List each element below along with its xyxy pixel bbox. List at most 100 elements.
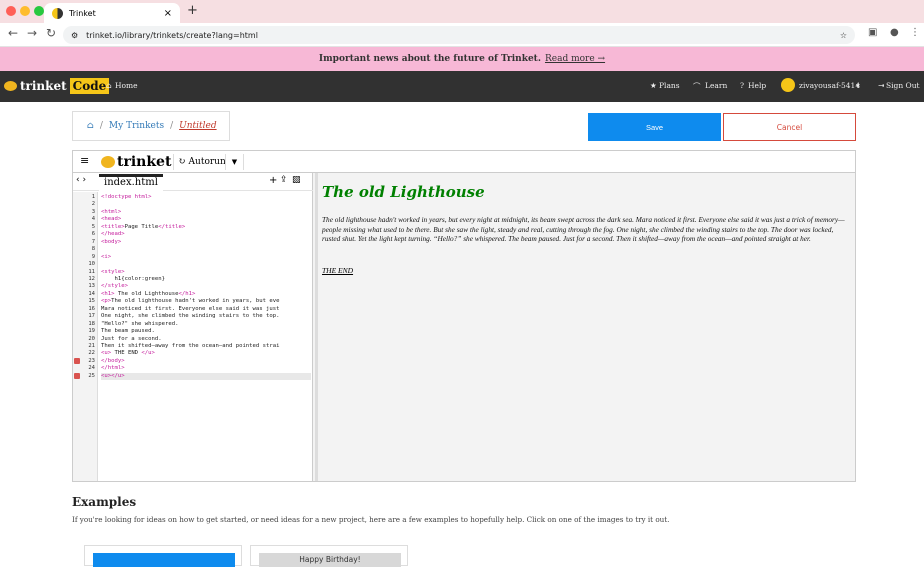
code-badge: Code [69, 78, 110, 94]
chevron-down-icon[interactable]: ▾ [856, 81, 860, 90]
nav-help-link[interactable]: Help [748, 81, 766, 90]
autorun-button[interactable]: ↻ Autorun [173, 154, 226, 170]
graduation-cap-icon[interactable]: ⌒ [693, 81, 701, 92]
line-number: 16 [88, 305, 95, 312]
code-line: <title>Page Title</title> [101, 223, 186, 230]
code-line: </body> [101, 357, 125, 364]
save-button[interactable]: Save [588, 113, 721, 141]
file-tab-label: index.html [104, 177, 158, 188]
nav-signout-link[interactable]: Sign Out [886, 81, 920, 90]
back-icon[interactable]: ← [8, 26, 18, 40]
error-marker-icon[interactable] [74, 373, 80, 380]
code-line: <body> [101, 238, 122, 245]
site-settings-icon[interactable]: ⚙ [71, 31, 78, 40]
run-options-dropdown[interactable]: ▼ [225, 154, 244, 170]
line-number: 20 [88, 335, 95, 342]
maximize-window-dot[interactable] [34, 6, 44, 16]
reload-icon[interactable]: ↻ [46, 26, 56, 40]
close-window-dot[interactable] [6, 6, 16, 16]
code-line: <u></u> [101, 372, 311, 381]
signout-icon[interactable]: ⇥ [878, 81, 884, 90]
line-number: 24 [88, 365, 95, 372]
file-tab-index[interactable]: index.html [99, 174, 163, 191]
preview-paragraph: The old lighthouse hadn't worked in year… [322, 215, 845, 243]
browser-tab[interactable]: Trinket × [44, 3, 180, 23]
image-icon[interactable]: ▧ [292, 175, 301, 185]
preview-pane: The old Lighthouse The old lighthouse ha… [315, 173, 855, 481]
line-number: 7 [91, 238, 95, 245]
browser-menu-icon[interactable]: ⋮ [910, 27, 920, 38]
code-line: <style> [101, 268, 125, 275]
cancel-button[interactable]: Cancel [723, 113, 856, 141]
collapse-arrows-icon[interactable]: ‹ › [76, 175, 86, 185]
code-editor-pane: ‹ › index.html + ⇪ ▧ 1 2 3 4 5 6 7 8 9 10 11 12 13 14… [73, 173, 313, 481]
minimize-window-dot[interactable] [20, 6, 30, 16]
line-number: 4 [91, 216, 95, 223]
line-number: 19 [88, 328, 95, 335]
profile-icon[interactable]: ● [890, 27, 899, 38]
user-avatar[interactable] [781, 78, 795, 92]
editor-logo-text: trinket [117, 154, 172, 170]
line-number: 18 [88, 320, 95, 327]
nav-user-menu[interactable]: zivayousaf-5414 [799, 81, 860, 90]
upload-icon[interactable]: ⇪ [280, 175, 288, 185]
code-line: h1{color:green} [101, 275, 165, 282]
line-number: 3 [91, 208, 95, 215]
bookmark-star-icon[interactable]: ☆ [840, 31, 847, 40]
star-icon[interactable]: ★ [650, 81, 657, 90]
code-line: The beam paused. [101, 328, 155, 335]
example-thumbnail [93, 553, 235, 567]
line-number: 15 [88, 298, 95, 305]
examples-description: If you're looking for ideas on how to ge… [72, 515, 670, 524]
trinket-logo[interactable]: trinket Code [4, 78, 110, 94]
trinket-title-field[interactable]: Untitled [179, 121, 216, 131]
example-card[interactable] [84, 545, 242, 567]
cancel-label: Cancel [776, 122, 803, 132]
code-line: </html> [101, 365, 125, 372]
banner-text: Important news about the future of Trink… [318, 54, 541, 64]
nav-home-link[interactable]: Home [115, 81, 138, 90]
code-line: <html> [101, 208, 122, 215]
line-number: 9 [91, 253, 95, 260]
breadcrumb-my-trinkets[interactable]: My Trinkets [109, 121, 164, 131]
extensions-icon[interactable]: ▣ [868, 27, 877, 38]
help-icon[interactable]: ? [740, 81, 744, 90]
example-card-birthday[interactable]: Happy Birthday! [250, 545, 408, 567]
nav-plans-link[interactable]: Plans [659, 81, 680, 90]
save-label: Save [645, 122, 664, 132]
line-number: 17 [88, 313, 95, 320]
line-number: 21 [88, 343, 95, 349]
menu-icon[interactable]: ≡ [80, 154, 89, 167]
home-crumb-icon[interactable]: ⌂ [87, 121, 94, 131]
trinket-editor: ≡ trinket ↻ Autorun ▼ ‹ › index.html + ⇪… [72, 150, 856, 482]
preview-the-end: THE END [322, 266, 354, 275]
nav-learn-link[interactable]: Learn [705, 81, 727, 90]
close-tab-icon[interactable]: × [164, 8, 172, 19]
forward-icon[interactable]: → [27, 26, 37, 40]
example-thumbnail-label: Happy Birthday! [259, 553, 401, 567]
line-number: 1 [91, 194, 95, 200]
autorun-label: Autorun [188, 157, 226, 167]
trinket-blob-icon [101, 156, 115, 168]
banner-read-more-link[interactable]: Read more → [545, 54, 605, 64]
url-field[interactable]: ⚙ trinket.io/library/trinkets/create?lan… [63, 26, 855, 44]
preview-heading: The old Lighthouse [322, 183, 485, 201]
line-number: 11 [88, 268, 95, 275]
url-text: trinket.io/library/trinkets/create?lang=… [86, 30, 258, 40]
code-line: <h1> The old Lighthouse</h1> [101, 290, 196, 297]
top-navigation: trinket Code ⌂ Home ★ Plans ⌒ Learn ? He… [0, 71, 924, 102]
add-file-icon[interactable]: + [269, 175, 277, 186]
announcement-banner: Important news about the future of Trink… [0, 47, 924, 71]
code-line: </head> [101, 231, 125, 238]
refresh-icon: ↻ [178, 157, 186, 167]
home-icon[interactable]: ⌂ [106, 81, 112, 90]
editor-toolbar: ≡ trinket ↻ Autorun ▼ [73, 151, 855, 173]
code-line: One night, she climbed the winding stair… [101, 313, 280, 320]
trinket-favicon-icon [52, 7, 63, 19]
examples-heading: Examples [72, 495, 137, 509]
error-marker-icon[interactable] [74, 358, 80, 365]
new-tab-button[interactable]: + [187, 3, 198, 18]
code-line: Just for a second. [101, 335, 162, 342]
